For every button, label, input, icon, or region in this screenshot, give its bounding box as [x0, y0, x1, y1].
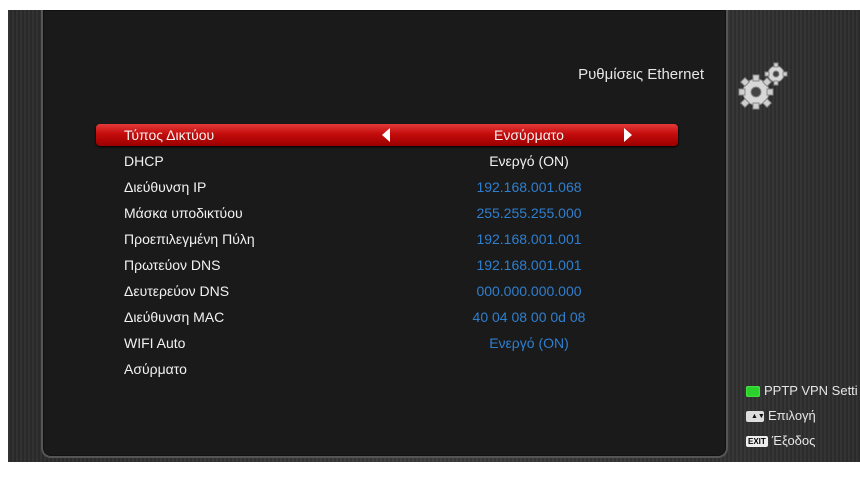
setting-row-wireless[interactable]: Ασύρματο	[96, 358, 678, 380]
setting-row-dhcp[interactable]: DHCP Ενεργό (ON)	[96, 150, 678, 172]
setting-label: Διεύθυνση MAC	[124, 309, 225, 325]
legend-label: Έξοδος	[771, 433, 816, 448]
setting-row-subnet-mask[interactable]: Μάσκα υποδικτύου 255.255.255.000	[96, 202, 678, 224]
setting-label: Μάσκα υποδικτύου	[124, 205, 243, 221]
setting-value: Ενσύρματο	[494, 127, 564, 143]
setting-row-secondary-dns[interactable]: Δευτερεύον DNS 000.000.000.000	[96, 280, 678, 302]
setting-value: Ενεργό (ON)	[489, 153, 569, 169]
exit-key-icon: EXIT	[746, 436, 768, 448]
setting-label: DHCP	[124, 153, 164, 169]
setting-label: Διεύθυνση IP	[124, 179, 207, 195]
setting-value: Ενεργό (ON)	[489, 335, 569, 351]
setting-row-primary-dns[interactable]: Πρωτεύον DNS 192.168.001.001	[96, 254, 678, 276]
setting-row-gateway[interactable]: Προεπιλεγμένη Πύλη 192.168.001.001	[96, 228, 678, 250]
setting-value: 192.168.001.001	[476, 231, 582, 247]
setting-row-mac-address[interactable]: Διεύθυνση MAC 40 04 08 00 0d 08	[96, 306, 678, 328]
setting-value: 40 04 08 00 0d 08	[472, 309, 586, 325]
legend-label: PPTP VPN Setti	[764, 383, 858, 398]
setting-row-network-type[interactable]: Τύπος Δικτύου Ενσύρματο	[96, 124, 678, 146]
legend-exit: EXIT Έξοδος	[746, 433, 815, 448]
setting-value: 192.168.001.001	[476, 257, 582, 273]
page-title: Ρυθμίσεις Ethernet	[578, 66, 704, 83]
setting-label: Τύπος Δικτύου	[124, 127, 215, 143]
legend-select: ▲▼ Επιλογή	[746, 408, 816, 423]
setting-label: Δευτερεύον DNS	[124, 283, 230, 299]
legend-label: Επιλογή	[768, 408, 816, 423]
setting-label: Πρωτεύον DNS	[124, 257, 221, 273]
arrow-right-icon[interactable]	[624, 128, 632, 142]
setting-label: WIFI Auto	[124, 335, 186, 351]
setting-value: 000.000.000.000	[476, 283, 582, 299]
green-key-icon	[746, 386, 760, 398]
setting-value: 192.168.001.068	[476, 179, 582, 195]
setting-label: Ασύρματο	[124, 361, 187, 377]
setting-row-ip-address[interactable]: Διεύθυνση IP 192.168.001.068	[96, 176, 678, 198]
legend-pptp-vpn: PPTP VPN Setti	[746, 383, 858, 398]
arrow-left-icon[interactable]	[382, 128, 390, 142]
navigate-key-icon: ▲▼	[746, 411, 765, 423]
setting-value: 255.255.255.000	[476, 205, 582, 221]
setting-row-wifi-auto[interactable]: WIFI Auto Ενεργό (ON)	[96, 332, 678, 354]
gears-icon	[738, 62, 788, 110]
setting-label: Προεπιλεγμένη Πύλη	[124, 231, 255, 247]
